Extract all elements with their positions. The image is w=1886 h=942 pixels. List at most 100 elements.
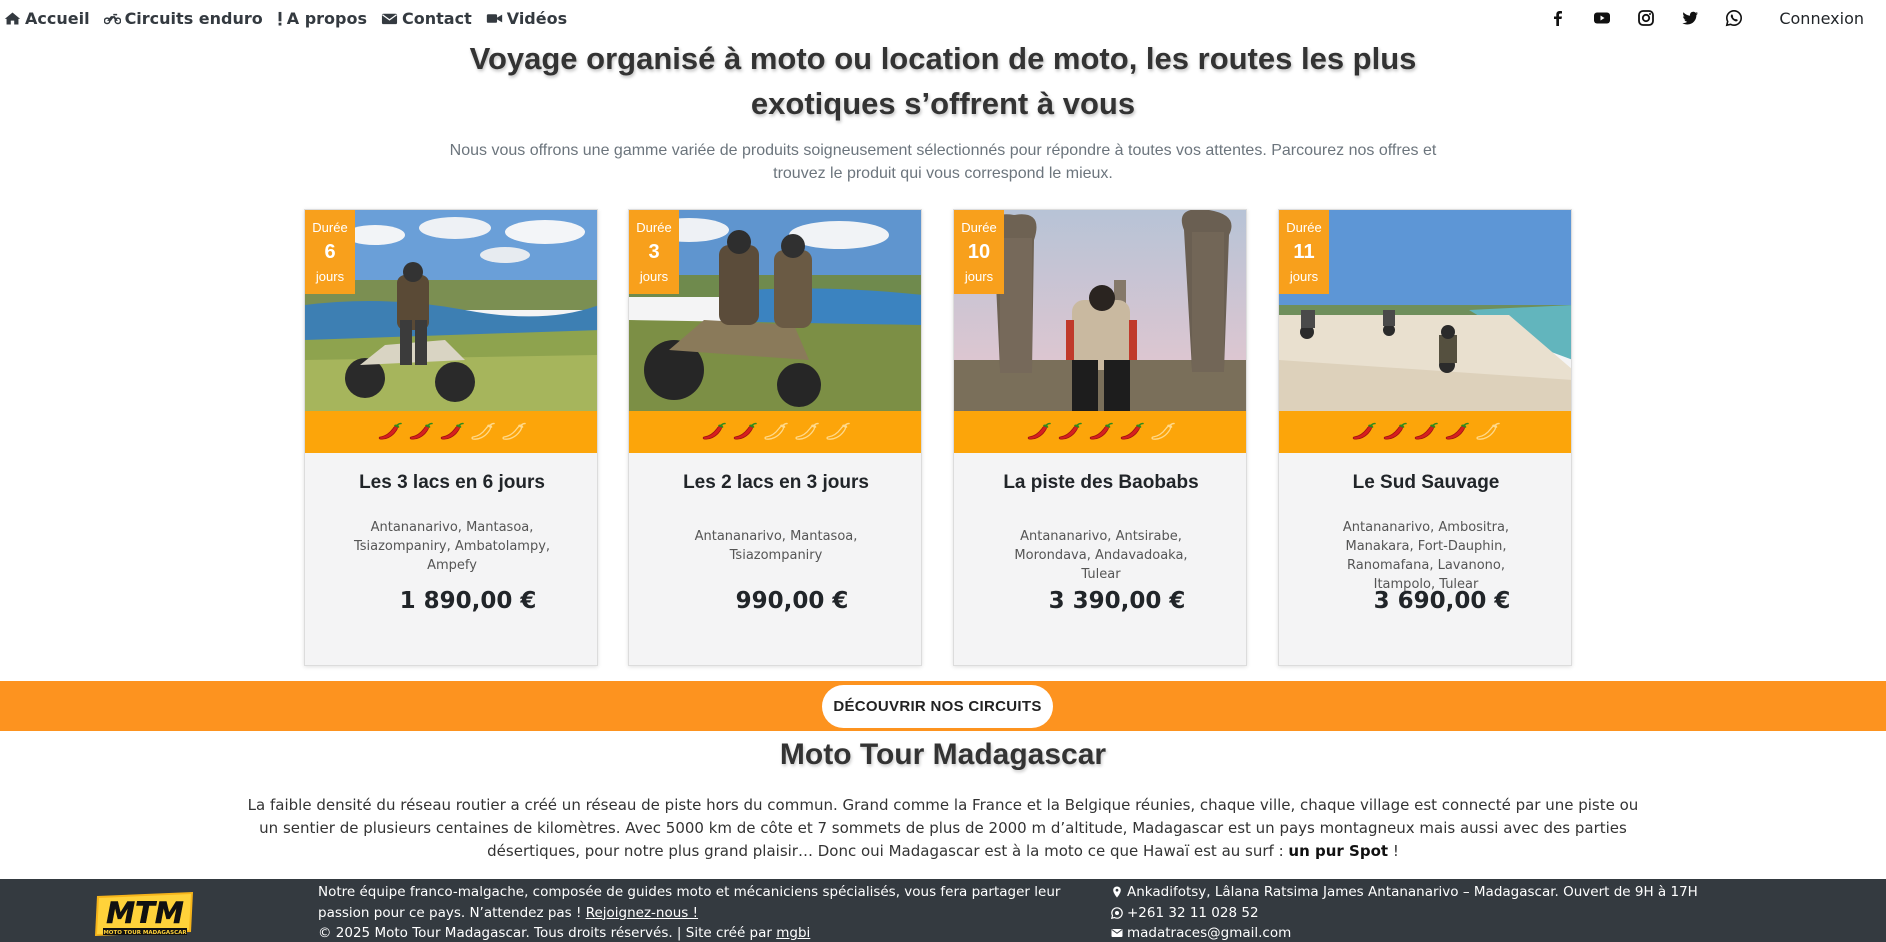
chili-empty-icon — [826, 422, 850, 440]
circuit-card[interactable]: Durée 10 jours La piste des Baobabs Anta… — [953, 209, 1247, 666]
footer-about: Notre équipe franco-malgache, composée d… — [318, 882, 1078, 942]
footer-phone[interactable]: +261 32 11 028 52 — [1127, 903, 1259, 924]
duration-label: Durée — [1286, 220, 1322, 235]
chili-empty-icon — [1151, 422, 1175, 440]
chili-filled-icon — [1414, 422, 1438, 440]
nav-circuits-enduro[interactable]: Circuits enduro — [103, 8, 263, 28]
svg-text:MTM: MTM — [106, 896, 184, 930]
footer-address-row: Ankadifotsy, Lâlana Ratsima James Antana… — [1111, 882, 1871, 903]
circuit-cards: Durée 6 jours Les 3 lacs en 6 jours Anta… — [304, 209, 1572, 666]
main-nav: Accueil Circuits enduro A propos Contact… — [4, 0, 567, 36]
envelope-icon — [381, 13, 398, 24]
creator-link[interactable]: mgbi — [776, 925, 810, 941]
chili-empty-icon — [502, 422, 526, 440]
duration-label: Durée — [636, 220, 672, 235]
instagram-icon — [1638, 10, 1655, 26]
chili-rating — [1279, 411, 1571, 453]
about-emphasis: un pur Spot — [1288, 842, 1389, 860]
circuit-price: 3 690,00 € — [1373, 588, 1511, 614]
svg-text:MOTO TOUR MADAGASCAR: MOTO TOUR MADAGASCAR — [103, 930, 187, 936]
about-end: ! — [1388, 842, 1399, 860]
footer-email-row: madatraces@gmail.com — [1111, 923, 1871, 942]
circuit-card[interactable]: Durée 11 jours Le Sud Sauvage Antananari… — [1278, 209, 1572, 666]
about-text: La faible densité du réseau routier a cr… — [240, 794, 1646, 863]
whatsapp-icon — [1726, 9, 1743, 27]
duration-badge: Durée 11 jours — [1279, 210, 1329, 294]
chili-filled-icon — [440, 422, 464, 440]
circuit-price: 1 890,00 € — [399, 588, 537, 614]
mtm-logo[interactable]: MTM MOTO TOUR MADAGASCAR — [93, 890, 197, 938]
video-camera-icon — [486, 13, 502, 23]
circuit-card[interactable]: Durée 6 jours Les 3 lacs en 6 jours Anta… — [304, 209, 598, 666]
motorcycle-icon — [103, 13, 121, 24]
circuit-title[interactable]: Le Sud Sauvage — [1279, 472, 1571, 494]
duration-value: 11 — [1293, 241, 1315, 263]
circuit-places: Antananarivo, Antsirabe, Morondava, Anda… — [1014, 529, 1188, 582]
nav-home-label: Accueil — [25, 8, 90, 28]
discover-circuits-button[interactable]: DÉCOUVRIR NOS CIRCUITS — [822, 685, 1053, 728]
chili-rating — [305, 411, 597, 453]
circuit-places: Antananarivo, Mantasoa, Tsiazompaniry, A… — [353, 520, 551, 573]
chili-filled-icon — [1352, 422, 1376, 440]
chili-filled-icon — [1089, 422, 1113, 440]
page-subtitle: Nous vous offrons une gamme variée de pr… — [449, 142, 1437, 182]
circuit-title[interactable]: Les 3 lacs en 6 jours — [305, 472, 597, 494]
chili-filled-icon — [702, 422, 726, 440]
nav-about[interactable]: A propos — [277, 9, 367, 28]
circuit-places: Antananarivo, Ambositra, Manakara, Fort-… — [1342, 520, 1510, 592]
map-marker-icon — [1113, 886, 1121, 898]
circuit-price: 990,00 € — [735, 588, 849, 614]
nav-contact-label: Contact — [402, 8, 472, 28]
facebook-icon — [1554, 11, 1563, 26]
chili-rating — [954, 411, 1246, 453]
chili-filled-icon — [1383, 422, 1407, 440]
nav-contact[interactable]: Contact — [381, 9, 472, 28]
duration-badge: Durée 10 jours — [954, 210, 1004, 294]
duration-unit: jours — [315, 269, 345, 284]
nav-circuits-label: Circuits enduro — [124, 8, 263, 28]
copyright-text: © 2025 Moto Tour Madagascar. Tous droits… — [318, 925, 772, 941]
chili-filled-icon — [409, 422, 433, 440]
about-title: Moto Tour Madagascar — [779, 738, 1107, 771]
facebook-link[interactable] — [1549, 9, 1567, 27]
duration-unit: jours — [639, 269, 669, 284]
home-icon — [4, 12, 21, 24]
duration-label: Durée — [312, 220, 348, 235]
chili-filled-icon — [1445, 422, 1469, 440]
duration-value: 3 — [648, 241, 660, 263]
nav-home[interactable]: Accueil — [4, 9, 90, 28]
duration-unit: jours — [964, 269, 994, 284]
chili-filled-icon — [733, 422, 757, 440]
chili-filled-icon — [378, 422, 402, 440]
twitter-icon — [1682, 11, 1699, 25]
youtube-link[interactable] — [1593, 9, 1611, 27]
join-link[interactable]: Rejoignez-nous ! — [586, 905, 698, 921]
duration-value: 6 — [324, 241, 336, 263]
chili-empty-icon — [795, 422, 819, 440]
chili-filled-icon — [1120, 422, 1144, 440]
instagram-link[interactable] — [1637, 9, 1655, 27]
about-body: La faible densité du réseau routier a cr… — [247, 796, 1639, 860]
circuit-card[interactable]: Durée 3 jours Les 2 lacs en 3 jours Anta… — [628, 209, 922, 666]
footer-phone-row: +261 32 11 028 52 — [1111, 903, 1871, 924]
nav-videos[interactable]: Vidéos — [486, 9, 567, 28]
footer-email[interactable]: madatraces@gmail.com — [1127, 923, 1291, 942]
twitter-link[interactable] — [1681, 9, 1699, 27]
chili-empty-icon — [1476, 422, 1500, 440]
youtube-icon — [1594, 12, 1611, 24]
nav-videos-label: Vidéos — [506, 8, 568, 28]
duration-badge: Durée 6 jours — [305, 210, 355, 294]
duration-unit: jours — [1289, 269, 1319, 284]
circuit-title[interactable]: La piste des Baobabs — [954, 472, 1246, 494]
footer-contact: Ankadifotsy, Lâlana Ratsima James Antana… — [1111, 882, 1871, 942]
exclamation-icon — [278, 11, 282, 26]
whatsapp-icon — [1111, 906, 1123, 919]
login-link[interactable]: Connexion — [1779, 9, 1864, 28]
footer: MTM MOTO TOUR MADAGASCAR Notre équipe fr… — [0, 879, 1886, 942]
footer-address: Ankadifotsy, Lâlana Ratsima James Antana… — [1127, 884, 1698, 900]
circuit-title[interactable]: Les 2 lacs en 3 jours — [629, 472, 921, 494]
nav-about-label: A propos — [286, 8, 368, 28]
whatsapp-link[interactable] — [1725, 9, 1743, 27]
social-links: Connexion — [1549, 0, 1864, 36]
chili-empty-icon — [471, 422, 495, 440]
